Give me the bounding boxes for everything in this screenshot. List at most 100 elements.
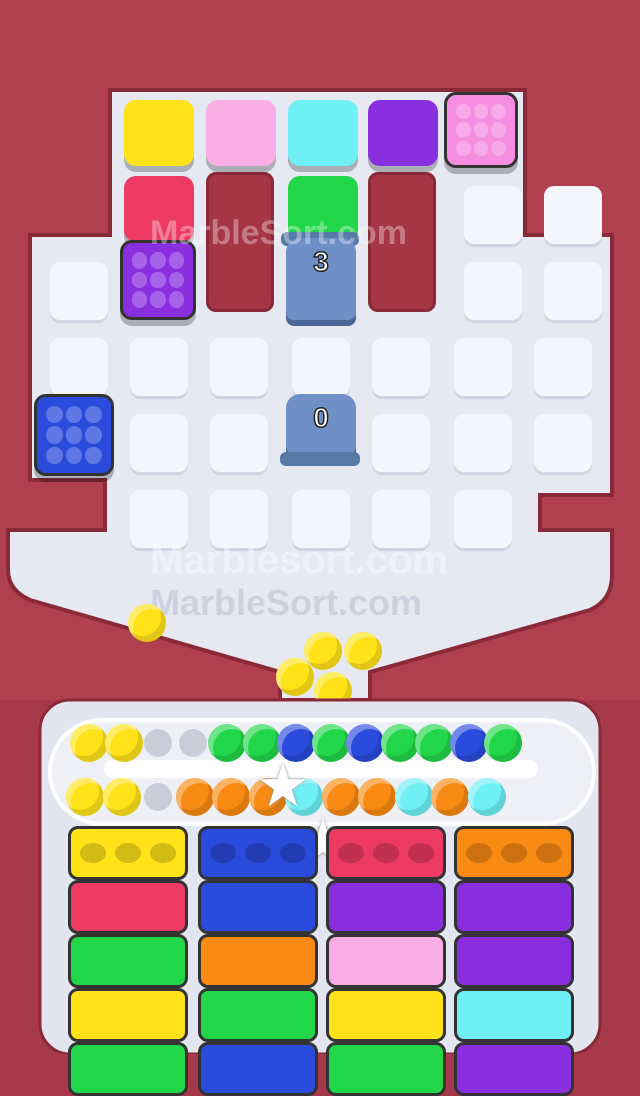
block-hole — [132, 252, 148, 269]
grid-cell[interactable] — [292, 338, 350, 396]
block-hole — [132, 271, 148, 289]
tray-top-yellow[interactable] — [68, 826, 188, 880]
tray-green — [68, 934, 188, 988]
marble-yellow — [66, 778, 104, 816]
grid-cell[interactable] — [50, 262, 108, 320]
tray-hole — [466, 843, 492, 863]
tray-hole — [150, 843, 176, 863]
marble-green — [380, 724, 419, 762]
tray-hole — [280, 843, 306, 863]
block-hole — [85, 406, 102, 424]
tray-hole — [373, 843, 399, 863]
empty-slot — [144, 729, 172, 757]
tray-hole — [338, 843, 364, 863]
grid-cell[interactable] — [464, 186, 522, 244]
block-hole — [150, 271, 166, 289]
grid-cell[interactable] — [210, 338, 268, 396]
spawner-count: 0 — [312, 401, 329, 434]
block-hole — [491, 104, 506, 120]
block-hole — [473, 122, 489, 138]
grid-cell[interactable] — [210, 414, 268, 472]
block-hole — [85, 426, 102, 444]
marble-yellow — [70, 724, 108, 762]
watermark: MarbleSort.com — [150, 582, 423, 623]
marble-blue — [346, 724, 384, 762]
tray-purple — [454, 1042, 574, 1096]
sparkle-icon: ★ — [256, 752, 310, 819]
marble-orange — [431, 778, 469, 816]
tray-yellow — [68, 988, 188, 1042]
tray-hole — [408, 843, 434, 863]
block-hole — [150, 252, 166, 269]
tray-purple — [454, 880, 574, 934]
marble-yellow — [128, 604, 166, 642]
grid-cell[interactable] — [454, 414, 512, 472]
block-hole — [46, 426, 63, 444]
block-blue-holes[interactable] — [34, 394, 114, 476]
marble-green — [311, 724, 350, 762]
grid-cell[interactable] — [464, 262, 522, 320]
block-hole — [456, 104, 471, 120]
block-purple[interactable] — [368, 100, 438, 166]
grid-cell[interactable] — [454, 338, 512, 396]
block-hole — [85, 446, 102, 464]
tray-hole — [501, 843, 527, 863]
spawner-2[interactable]: 0 — [286, 394, 356, 454]
marble-green — [208, 724, 246, 762]
block-hole — [491, 122, 506, 138]
block-hole — [456, 140, 471, 156]
block-hole — [150, 291, 166, 308]
marble-orange — [358, 778, 396, 816]
grid-cell[interactable] — [50, 338, 108, 396]
marble-yellow — [104, 724, 143, 762]
tray-hole — [115, 843, 141, 863]
grid-cell[interactable] — [372, 414, 430, 472]
tray-red — [68, 880, 188, 934]
grid-cell[interactable] — [454, 490, 512, 548]
tray-green — [326, 1042, 446, 1096]
tray-top-blue[interactable] — [198, 826, 318, 880]
block-hole — [65, 426, 83, 444]
marble-cyan — [394, 778, 433, 816]
grid-cell[interactable] — [130, 338, 188, 396]
tray-cyan — [454, 988, 574, 1042]
spawner-base — [280, 452, 360, 466]
tray-top-orange[interactable] — [454, 826, 574, 880]
grid-cell[interactable] — [130, 414, 188, 472]
tray-purple — [326, 880, 446, 934]
block-hole — [168, 291, 184, 308]
marble-cyan — [467, 778, 506, 816]
block-hole — [456, 122, 471, 138]
block-yellow[interactable] — [124, 100, 194, 166]
block-hole — [168, 271, 184, 289]
watermark: Marblesort.com — [150, 538, 448, 582]
tray-blue — [198, 1042, 318, 1096]
grid-cell[interactable] — [534, 338, 592, 396]
marble-orange — [175, 778, 214, 816]
tray-pink — [326, 934, 446, 988]
block-hole — [65, 446, 83, 464]
watermark: MarbleSort.com — [150, 214, 407, 252]
marble-orange — [212, 778, 250, 816]
tray-hole — [210, 843, 236, 863]
block-hole — [473, 104, 489, 120]
empty-slot — [144, 783, 172, 811]
block-hole — [168, 252, 184, 269]
block-cyan[interactable] — [288, 100, 358, 166]
grid-cell[interactable] — [544, 186, 602, 244]
empty-slot — [178, 729, 207, 757]
grid-cell[interactable] — [372, 338, 430, 396]
tray-top-red[interactable] — [326, 826, 446, 880]
block-hole — [46, 406, 63, 424]
tray-hole — [245, 843, 271, 863]
conveyor-divider — [104, 760, 538, 778]
tray-orange — [198, 934, 318, 988]
tray-hole — [536, 843, 562, 863]
tray-hole — [80, 843, 106, 863]
grid-cell[interactable] — [534, 414, 592, 472]
block-hole — [46, 446, 63, 464]
grid-cell[interactable] — [544, 262, 602, 320]
block-pink[interactable] — [206, 100, 276, 166]
block-hole — [132, 291, 148, 308]
block-pink-holes[interactable] — [444, 92, 518, 168]
